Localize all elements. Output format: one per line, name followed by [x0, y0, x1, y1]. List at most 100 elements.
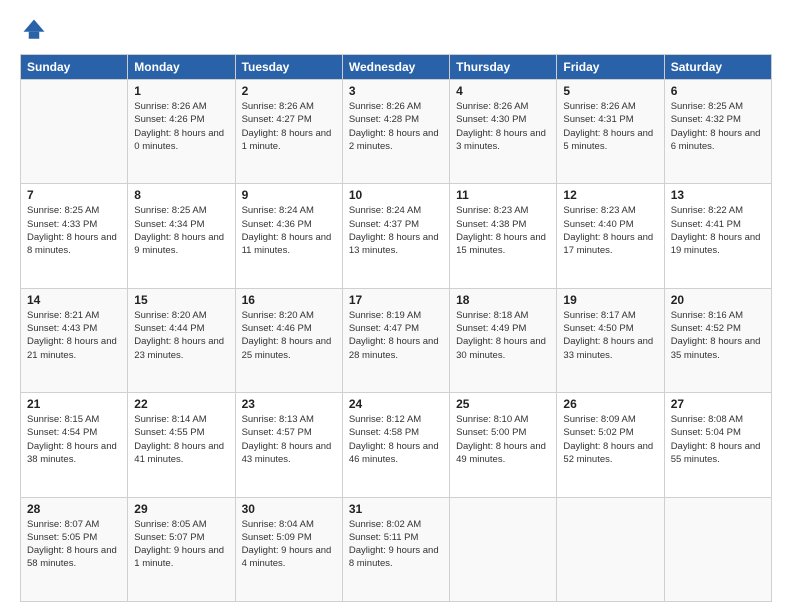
calendar-cell: 22 Sunrise: 8:14 AMSunset: 4:55 PMDayligh… [128, 393, 235, 497]
calendar-cell: 4 Sunrise: 8:26 AMSunset: 4:30 PMDaylight… [450, 80, 557, 184]
header [20, 16, 772, 44]
day-number: 26 [563, 397, 657, 411]
cell-detail: Sunrise: 8:26 AMSunset: 4:27 PMDaylight:… [242, 100, 336, 153]
day-number: 28 [27, 502, 121, 516]
weekday-header-saturday: Saturday [664, 55, 771, 80]
weekday-header-thursday: Thursday [450, 55, 557, 80]
cell-detail: Sunrise: 8:17 AMSunset: 4:50 PMDaylight:… [563, 309, 657, 362]
day-number: 22 [134, 397, 228, 411]
day-number: 25 [456, 397, 550, 411]
day-number: 7 [27, 188, 121, 202]
day-number: 4 [456, 84, 550, 98]
weekday-header-friday: Friday [557, 55, 664, 80]
cell-detail: Sunrise: 8:22 AMSunset: 4:41 PMDaylight:… [671, 204, 765, 257]
calendar-cell: 29Sunrise: 8:05 AMSunset: 5:07 PMDayligh… [128, 497, 235, 601]
weekday-header-row: SundayMondayTuesdayWednesdayThursdayFrid… [21, 55, 772, 80]
day-number: 23 [242, 397, 336, 411]
cell-detail: Sunrise: 8:25 AMSunset: 4:34 PMDaylight:… [134, 204, 228, 257]
weekday-header-sunday: Sunday [21, 55, 128, 80]
weekday-header-tuesday: Tuesday [235, 55, 342, 80]
cell-detail: Sunrise: 8:07 AMSunset: 5:05 PMDaylight:… [27, 518, 121, 571]
day-number: 16 [242, 293, 336, 307]
day-number: 30 [242, 502, 336, 516]
calendar-cell: 17Sunrise: 8:19 AMSunset: 4:47 PMDayligh… [342, 288, 449, 392]
day-number: 1 [134, 84, 228, 98]
cell-detail: Sunrise: 8:26 AMSunset: 4:31 PMDaylight:… [563, 100, 657, 153]
calendar-cell: 5Sunrise: 8:26 AMSunset: 4:31 PMDaylight… [557, 80, 664, 184]
day-number: 24 [349, 397, 443, 411]
cell-detail: Sunrise: 8:19 AMSunset: 4:47 PMDaylight:… [349, 309, 443, 362]
calendar-cell: 6 Sunrise: 8:25 AMSunset: 4:32 PMDaylight… [664, 80, 771, 184]
day-number: 15 [134, 293, 228, 307]
calendar-cell: 2 Sunrise: 8:26 AMSunset: 4:27 PMDaylight… [235, 80, 342, 184]
day-number: 27 [671, 397, 765, 411]
calendar-cell: 19 Sunrise: 8:17 AMSunset: 4:50 PMDayligh… [557, 288, 664, 392]
cell-detail: Sunrise: 8:04 AMSunset: 5:09 PMDaylight:… [242, 518, 336, 571]
calendar-cell: 21Sunrise: 8:15 AMSunset: 4:54 PMDayligh… [21, 393, 128, 497]
calendar-cell: 23 Sunrise: 8:13 AMSunset: 4:57 PMDayligh… [235, 393, 342, 497]
calendar-cell: 9 Sunrise: 8:24 AMSunset: 4:36 PMDaylight… [235, 184, 342, 288]
calendar-cell [557, 497, 664, 601]
calendar-cell: 13 Sunrise: 8:22 AMSunset: 4:41 PMDayligh… [664, 184, 771, 288]
day-number: 20 [671, 293, 765, 307]
calendar-cell: 7 Sunrise: 8:25 AMSunset: 4:33 PMDaylight… [21, 184, 128, 288]
cell-detail: Sunrise: 8:10 AMSunset: 5:00 PMDaylight:… [456, 413, 550, 466]
cell-detail: Sunrise: 8:24 AMSunset: 4:37 PMDaylight:… [349, 204, 443, 257]
cell-detail: Sunrise: 8:09 AMSunset: 5:02 PMDaylight:… [563, 413, 657, 466]
cell-detail: Sunrise: 8:12 AMSunset: 4:58 PMDaylight:… [349, 413, 443, 466]
cell-detail: Sunrise: 8:25 AMSunset: 4:32 PMDaylight:… [671, 100, 765, 153]
calendar-cell: 27 Sunrise: 8:08 AMSunset: 5:04 PMDayligh… [664, 393, 771, 497]
calendar-table: SundayMondayTuesdayWednesdayThursdayFrid… [20, 54, 772, 602]
calendar-cell [450, 497, 557, 601]
calendar-cell: 11 Sunrise: 8:23 AMSunset: 4:38 PMDayligh… [450, 184, 557, 288]
calendar-cell: 26 Sunrise: 8:09 AMSunset: 5:02 PMDayligh… [557, 393, 664, 497]
cell-detail: Sunrise: 8:25 AMSunset: 4:33 PMDaylight:… [27, 204, 121, 257]
week-row-0: 1 Sunrise: 8:26 AMSunset: 4:26 PMDaylight… [21, 80, 772, 184]
day-number: 3 [349, 84, 443, 98]
calendar-cell: 18 Sunrise: 8:18 AMSunset: 4:49 PMDayligh… [450, 288, 557, 392]
cell-detail: Sunrise: 8:20 AMSunset: 4:44 PMDaylight:… [134, 309, 228, 362]
day-number: 13 [671, 188, 765, 202]
cell-detail: Sunrise: 8:21 AMSunset: 4:43 PMDaylight:… [27, 309, 121, 362]
day-number: 31 [349, 502, 443, 516]
calendar-cell: 10 Sunrise: 8:24 AMSunset: 4:37 PMDayligh… [342, 184, 449, 288]
day-number: 2 [242, 84, 336, 98]
calendar-cell: 3Sunrise: 8:26 AMSunset: 4:28 PMDaylight… [342, 80, 449, 184]
day-number: 18 [456, 293, 550, 307]
cell-detail: Sunrise: 8:23 AMSunset: 4:40 PMDaylight:… [563, 204, 657, 257]
cell-detail: Sunrise: 8:14 AMSunset: 4:55 PMDaylight:… [134, 413, 228, 466]
week-row-3: 21Sunrise: 8:15 AMSunset: 4:54 PMDayligh… [21, 393, 772, 497]
cell-detail: Sunrise: 8:26 AMSunset: 4:30 PMDaylight:… [456, 100, 550, 153]
calendar-cell: 28 Sunrise: 8:07 AMSunset: 5:05 PMDayligh… [21, 497, 128, 601]
day-number: 19 [563, 293, 657, 307]
day-number: 8 [134, 188, 228, 202]
calendar-cell: 1 Sunrise: 8:26 AMSunset: 4:26 PMDaylight… [128, 80, 235, 184]
week-row-4: 28 Sunrise: 8:07 AMSunset: 5:05 PMDayligh… [21, 497, 772, 601]
calendar-cell [21, 80, 128, 184]
weekday-header-wednesday: Wednesday [342, 55, 449, 80]
cell-detail: Sunrise: 8:26 AMSunset: 4:26 PMDaylight:… [134, 100, 228, 153]
day-number: 10 [349, 188, 443, 202]
calendar-cell: 15 Sunrise: 8:20 AMSunset: 4:44 PMDayligh… [128, 288, 235, 392]
day-number: 9 [242, 188, 336, 202]
calendar-cell: 12Sunrise: 8:23 AMSunset: 4:40 PMDayligh… [557, 184, 664, 288]
cell-detail: Sunrise: 8:20 AMSunset: 4:46 PMDaylight:… [242, 309, 336, 362]
cell-detail: Sunrise: 8:24 AMSunset: 4:36 PMDaylight:… [242, 204, 336, 257]
day-number: 11 [456, 188, 550, 202]
calendar-cell: 30 Sunrise: 8:04 AMSunset: 5:09 PMDayligh… [235, 497, 342, 601]
calendar-cell [664, 497, 771, 601]
cell-detail: Sunrise: 8:23 AMSunset: 4:38 PMDaylight:… [456, 204, 550, 257]
calendar-cell: 25 Sunrise: 8:10 AMSunset: 5:00 PMDayligh… [450, 393, 557, 497]
day-number: 21 [27, 397, 121, 411]
cell-detail: Sunrise: 8:13 AMSunset: 4:57 PMDaylight:… [242, 413, 336, 466]
day-number: 14 [27, 293, 121, 307]
cell-detail: Sunrise: 8:08 AMSunset: 5:04 PMDaylight:… [671, 413, 765, 466]
cell-detail: Sunrise: 8:18 AMSunset: 4:49 PMDaylight:… [456, 309, 550, 362]
day-number: 29 [134, 502, 228, 516]
calendar-cell: 24 Sunrise: 8:12 AMSunset: 4:58 PMDayligh… [342, 393, 449, 497]
week-row-1: 7 Sunrise: 8:25 AMSunset: 4:33 PMDaylight… [21, 184, 772, 288]
cell-detail: Sunrise: 8:16 AMSunset: 4:52 PMDaylight:… [671, 309, 765, 362]
page: SundayMondayTuesdayWednesdayThursdayFrid… [0, 0, 792, 612]
day-number: 6 [671, 84, 765, 98]
calendar-cell: 20 Sunrise: 8:16 AMSunset: 4:52 PMDayligh… [664, 288, 771, 392]
